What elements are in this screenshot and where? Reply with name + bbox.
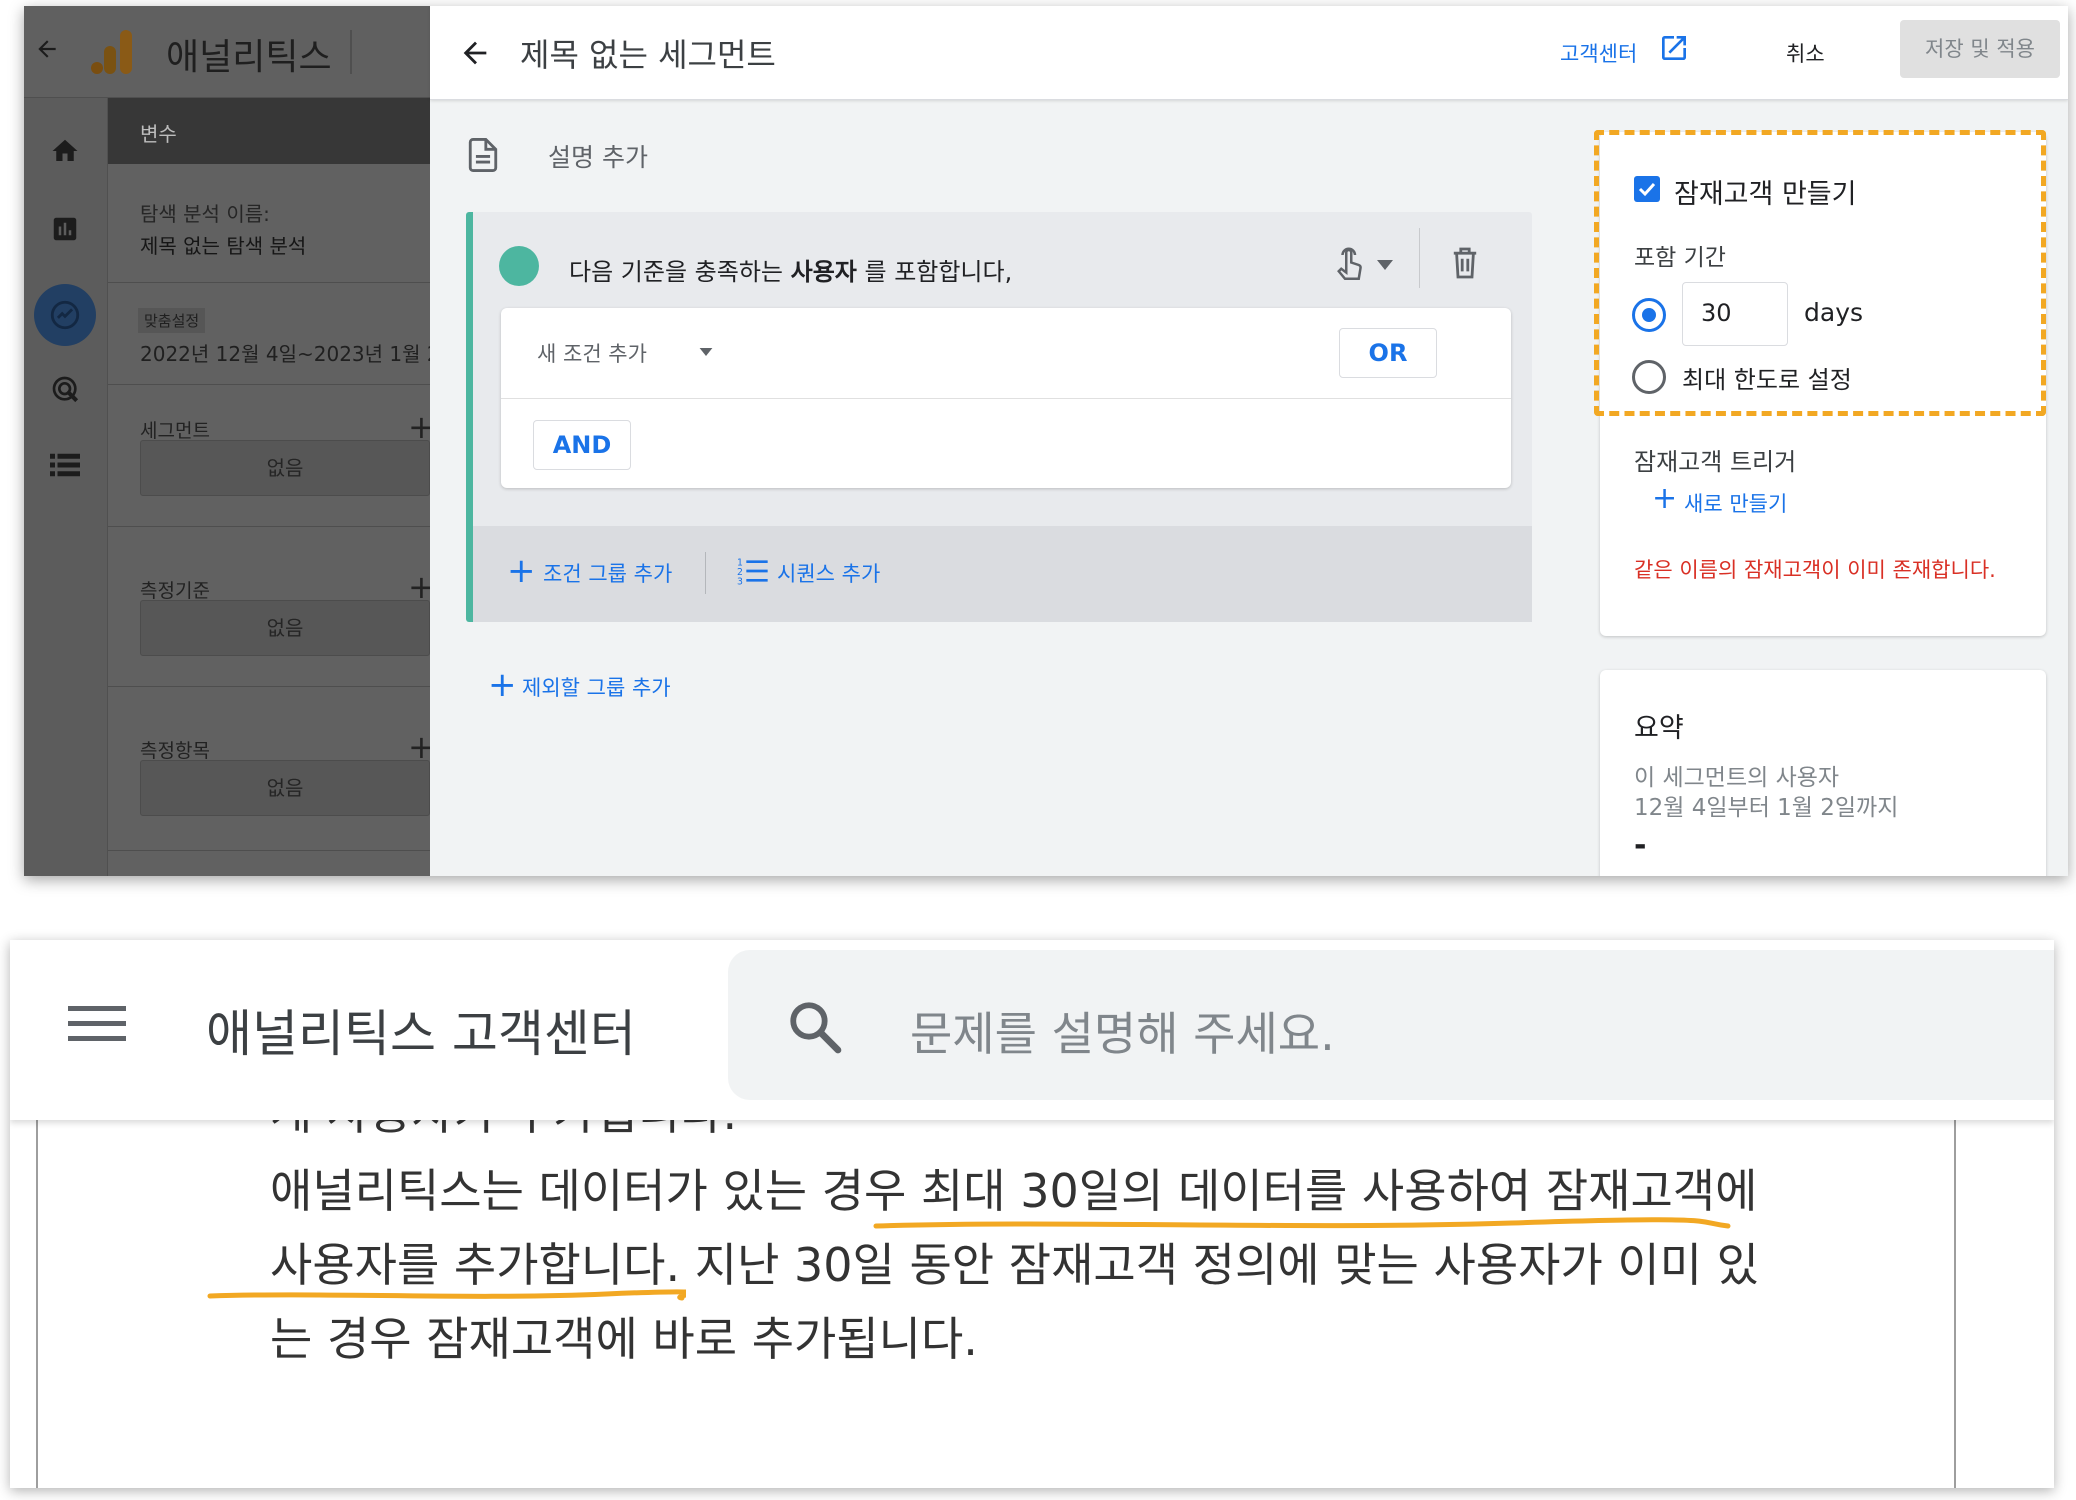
exploration-app-background: 애널리틱스 변수 탐색 분석 이름: 제목 없는 탐색 분석 맞춤설정 2022… bbox=[24, 6, 430, 876]
divider bbox=[350, 30, 352, 74]
description-icon bbox=[468, 138, 498, 172]
condition-card: 새 조건 추가 OR AND bbox=[501, 308, 1511, 488]
variables-header: 변수 bbox=[108, 98, 430, 164]
divider bbox=[501, 398, 1511, 399]
back-arrow-icon[interactable] bbox=[458, 36, 492, 70]
caret-down-icon[interactable] bbox=[699, 348, 713, 356]
analytics-logo-icon bbox=[90, 28, 134, 76]
segments-empty: 없음 bbox=[140, 440, 430, 496]
app-top-bar: 애널리틱스 bbox=[24, 6, 430, 98]
summary-title: 요약 bbox=[1634, 713, 1684, 744]
segment-editor: 제목 없는 세그먼트 고객센터 취소 저장 및 적용 설명 추가 다음 기준을 … bbox=[430, 6, 2068, 876]
include-statement: 다음 기준을 충족하는 사용자 를 포함합니다, bbox=[569, 252, 1012, 287]
new-condition-dropdown[interactable]: 새 조건 추가 bbox=[537, 338, 647, 368]
metrics-label: 측정항목 bbox=[140, 740, 210, 762]
segment-editor-screenshot: 애널리틱스 변수 탐색 분석 이름: 제목 없는 탐색 분석 맞춤설정 2022… bbox=[24, 6, 2068, 876]
include-prefix: 다음 기준을 충족하는 bbox=[569, 258, 791, 286]
cancel-button[interactable]: 취소 bbox=[1786, 38, 1825, 68]
divider bbox=[108, 282, 430, 283]
open-in-new-icon[interactable] bbox=[1658, 32, 1690, 64]
add-icon[interactable]: + bbox=[1652, 484, 1677, 514]
or-button[interactable]: OR bbox=[1339, 328, 1437, 378]
audience-trigger-label: 잠재고객 트리거 bbox=[1634, 448, 1797, 476]
divider bbox=[108, 850, 430, 851]
search-placeholder: 문제를 설명해 주세요. bbox=[910, 1007, 1335, 1061]
paragraph-line-3: 는 경우 잠재고객에 바로 추가됩니다. bbox=[270, 1302, 978, 1376]
add-condition-group-button[interactable]: 조건 그룹 추가 bbox=[543, 558, 672, 588]
include-group: 다음 기준을 충족하는 사용자 를 포함합니다, 새 조건 추가 OR AND bbox=[466, 212, 1532, 622]
sequence-icon[interactable]: 123 bbox=[737, 556, 769, 586]
save-apply-button[interactable]: 저장 및 적용 bbox=[1900, 20, 2060, 78]
divider bbox=[108, 384, 430, 385]
back-arrow-icon[interactable] bbox=[34, 36, 60, 62]
highlight-underline-2 bbox=[206, 1284, 686, 1308]
svg-text:3: 3 bbox=[737, 576, 743, 586]
summary-card: 요약 이 세그먼트의 사용자 12월 4일부터 1월 2일까지 - bbox=[1600, 670, 2046, 876]
add-icon[interactable]: + bbox=[507, 554, 536, 588]
delete-icon[interactable] bbox=[1451, 246, 1479, 280]
reports-icon[interactable] bbox=[50, 214, 80, 244]
highlight-underline-1 bbox=[872, 1214, 1732, 1234]
editor-top-bar: 제목 없는 세그먼트 고객센터 취소 저장 및 적용 bbox=[430, 6, 2068, 100]
summary-line-1: 이 세그먼트의 사용자 bbox=[1634, 765, 1840, 791]
analysis-name-label: 탐색 분석 이름: bbox=[140, 202, 270, 226]
add-description[interactable]: 설명 추가 bbox=[548, 138, 648, 174]
segment-title[interactable]: 제목 없는 세그먼트 bbox=[520, 30, 776, 76]
segments-label: 세그먼트 bbox=[140, 420, 210, 442]
summary-value: - bbox=[1634, 828, 1647, 863]
help-center-link[interactable]: 고객센터 bbox=[1560, 38, 1637, 68]
add-icon[interactable]: + bbox=[488, 668, 517, 702]
line-3: 는 경우 잠재고객에 바로 추가됩니다. bbox=[270, 1312, 978, 1366]
metrics-empty: 없음 bbox=[140, 760, 430, 816]
highlighted-text-1: 최대 30일의 데이터를 사용하여 잠재고객에 bbox=[920, 1164, 1758, 1218]
duplicate-name-error: 같은 이름의 잠재고객이 이미 존재합니다. bbox=[1634, 558, 1996, 582]
search-icon[interactable] bbox=[786, 998, 844, 1056]
caret-down-icon[interactable] bbox=[1377, 260, 1393, 270]
custom-badge: 맞춤설정 bbox=[138, 308, 206, 333]
highlight-frame bbox=[1594, 130, 2046, 416]
configure-list-icon[interactable] bbox=[50, 452, 80, 478]
divider bbox=[705, 552, 706, 594]
divider bbox=[1419, 228, 1420, 288]
navigation-rail bbox=[24, 98, 108, 876]
brand-name: 애널리틱스 bbox=[166, 37, 332, 78]
search-bar[interactable]: 문제를 설명해 주세요. bbox=[728, 950, 2054, 1100]
include-scope[interactable]: 사용자 bbox=[791, 258, 857, 286]
help-center-header: 애널리틱스 고객센터 문제를 설명해 주세요. bbox=[10, 940, 2054, 1120]
explore-icon[interactable] bbox=[34, 284, 96, 346]
advertising-icon[interactable] bbox=[50, 374, 82, 406]
touch-scope-icon[interactable] bbox=[1335, 246, 1365, 284]
divider bbox=[108, 526, 430, 527]
help-center-screenshot: 애널리틱스 고객센터 문제를 설명해 주세요. 게 사용자가 추가됩니다. 애널… bbox=[10, 940, 2054, 1488]
group-footer: + 조건 그룹 추가 123 시퀀스 추가 bbox=[473, 526, 1532, 622]
summary-line-2: 12월 4일부터 1월 2일까지 bbox=[1634, 795, 1899, 821]
date-range[interactable]: 2022년 12월 4일~2023년 1월 2 bbox=[140, 338, 430, 367]
and-button[interactable]: AND bbox=[533, 420, 631, 470]
help-article: 게 사용자가 추가됩니다. 애널리틱스는 데이터가 있는 경우 최대 30일의 … bbox=[36, 1086, 1956, 1488]
variables-panel: 변수 탐색 분석 이름: 제목 없는 탐색 분석 맞춤설정 2022년 12월 … bbox=[108, 98, 430, 876]
analysis-name[interactable]: 제목 없는 탐색 분석 bbox=[140, 230, 306, 259]
help-center-title[interactable]: 애널리틱스 고객센터 bbox=[206, 994, 636, 1066]
line-1-start: 애널리틱스는 데이터가 있는 경우 bbox=[270, 1164, 921, 1218]
line-2-rest: 지난 30일 동안 잠재고객 정의에 맞는 사용자가 이미 있 bbox=[680, 1238, 1759, 1292]
add-sequence-button[interactable]: 시퀀스 추가 bbox=[777, 558, 880, 588]
create-new-trigger-button[interactable]: 새로 만들기 bbox=[1684, 488, 1787, 518]
divider bbox=[108, 686, 430, 687]
add-exclude-group-button[interactable]: 제외할 그룹 추가 bbox=[522, 672, 671, 702]
include-suffix: 를 포함합니다, bbox=[856, 258, 1013, 286]
home-icon[interactable] bbox=[50, 136, 80, 166]
variables-title: 변수 bbox=[140, 122, 177, 146]
dimensions-empty: 없음 bbox=[140, 600, 430, 656]
menu-icon[interactable] bbox=[68, 1004, 126, 1044]
group-status-dot bbox=[499, 246, 539, 286]
dimensions-label: 측정기준 bbox=[140, 580, 210, 602]
